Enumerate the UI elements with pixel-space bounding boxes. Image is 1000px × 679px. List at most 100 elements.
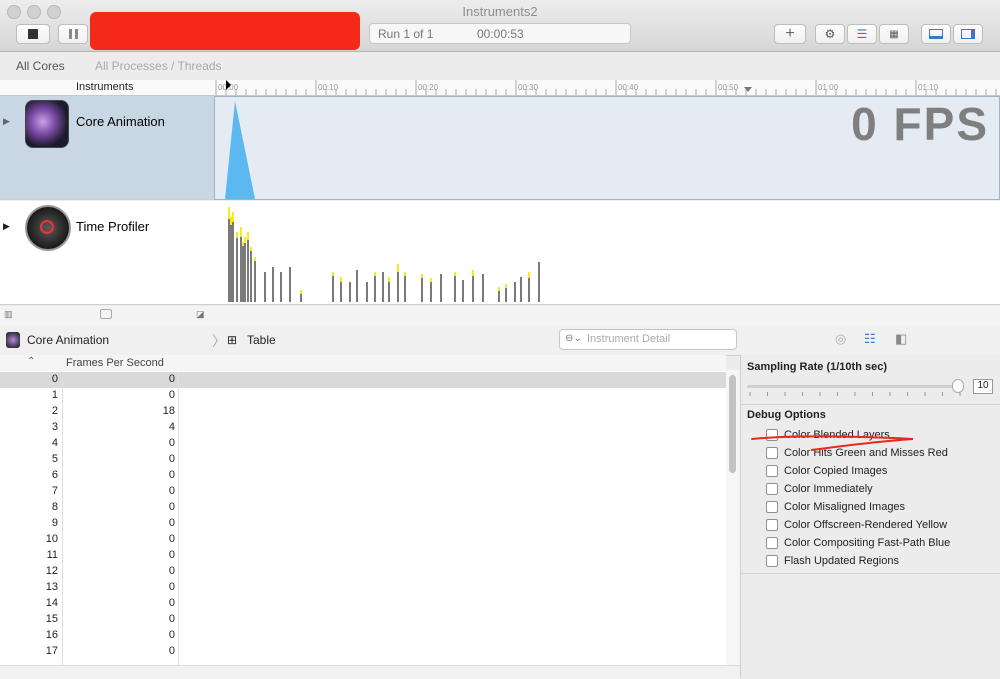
display-settings-button[interactable]: ☰ <box>847 24 877 44</box>
cell-index: 5 <box>51 453 58 465</box>
cpu-bar <box>232 212 234 302</box>
cpu-bar <box>240 227 242 302</box>
table-row[interactable]: 34 <box>0 420 726 436</box>
pause-button[interactable] <box>58 24 88 44</box>
table-row[interactable]: 10 <box>0 388 726 404</box>
table-row[interactable]: 11 0 <box>0 548 726 564</box>
table-row[interactable]: 17 0 <box>0 644 726 660</box>
table-row[interactable]: 14 0 <box>0 596 726 612</box>
disclosure-triangle-icon[interactable]: ▶ <box>3 221 10 232</box>
cell-fps: 0 <box>168 389 175 401</box>
instrument-detail-search[interactable]: ⊖⌄ Instrument Detail <box>559 329 737 350</box>
table-row[interactable]: 2 18 <box>0 404 726 420</box>
ruler-tick-label: 00:20 <box>418 83 439 92</box>
playhead-icon[interactable] <box>226 80 231 90</box>
run-status-display: Run 1 of 1 00:00:53 <box>369 23 631 44</box>
sampling-rate-field[interactable]: 10 <box>973 379 993 394</box>
sampling-rate-slider[interactable] <box>747 379 964 393</box>
extended-detail-button[interactable]: ▦ <box>879 24 909 44</box>
table-row[interactable]: 60 <box>0 468 726 484</box>
table-row[interactable]: 16 0 <box>0 628 726 644</box>
table-row[interactable]: 80 <box>0 500 726 516</box>
table-row[interactable]: 15 0 <box>0 612 726 628</box>
inspection-marker-icon[interactable] <box>744 87 752 92</box>
extended-detail-tab-icon[interactable]: ◧ <box>895 331 907 347</box>
toggle-inspector-button[interactable] <box>953 24 983 44</box>
checkbox[interactable] <box>766 465 778 477</box>
cpu-bar <box>366 282 368 302</box>
debug-option[interactable]: Color Misaligned Images <box>766 499 905 515</box>
right-pane-icon <box>961 29 975 39</box>
table-scrollbar[interactable] <box>726 370 740 665</box>
stop-button[interactable] <box>16 24 50 44</box>
resize-handle-icon[interactable] <box>100 309 112 319</box>
debug-option[interactable]: Flash Updated Regions <box>766 553 899 569</box>
cell-fps: 18 <box>162 405 175 417</box>
track-time-profiler[interactable]: ▶ Time Profiler <box>0 201 214 305</box>
cpu-bar-highlight <box>505 284 507 288</box>
slider-ticks <box>749 392 961 396</box>
cpu-bar <box>228 207 230 302</box>
cell-index: 8 <box>51 501 58 513</box>
cpu-bar <box>421 274 423 302</box>
checkbox[interactable] <box>766 537 778 549</box>
debug-option[interactable]: Color Compositing Fast-Path Blue <box>766 535 950 551</box>
table-row[interactable]: 12 0 <box>0 564 726 580</box>
table-row[interactable]: 13 0 <box>0 580 726 596</box>
detail-view[interactable]: Table <box>247 333 276 347</box>
table-row[interactable]: 00 <box>0 372 726 388</box>
debug-option[interactable]: Color Copied Images <box>766 463 887 479</box>
column-header-fps[interactable]: Frames Per Second <box>66 357 164 369</box>
cpu-bar <box>244 237 246 302</box>
detail-table: ⌃ Frames Per Second 0 0 1 0 2 18 3 4 4 0 5 0 6 0 7 0 8 0 9… <box>0 355 726 665</box>
cpu-bar-highlight <box>230 217 232 225</box>
sort-chevron-icon[interactable]: ⌃ <box>27 356 35 367</box>
debug-option[interactable]: Color Immediately <box>766 481 873 497</box>
chart-icon[interactable]: ▥ <box>4 309 13 320</box>
filter-bar: All Cores All Processes / Threads <box>0 52 1000 81</box>
stop-icon <box>28 29 38 39</box>
debug-option[interactable]: Color Offscreen-Rendered Yellow <box>766 517 947 533</box>
all-processes-filter[interactable]: All Processes / Threads <box>95 59 222 73</box>
detail-instrument[interactable]: Core Animation <box>27 333 109 347</box>
record-settings-button[interactable]: ⚙ <box>815 24 845 44</box>
cpu-bar-highlight <box>242 242 244 246</box>
table-icon: ⊞ <box>227 333 238 347</box>
checkbox[interactable] <box>766 501 778 513</box>
cell-fps: 4 <box>168 421 175 433</box>
redaction-block <box>90 12 360 50</box>
checkbox[interactable] <box>766 555 778 567</box>
cell-index: 2 <box>51 405 58 417</box>
ruler-tick-label: 00:10 <box>318 83 339 92</box>
cell-fps: 0 <box>168 485 175 497</box>
instruments-header: Instruments <box>76 81 134 93</box>
table-row[interactable]: 40 <box>0 436 726 452</box>
slider-knob[interactable] <box>952 379 964 393</box>
core-animation-graph[interactable]: 0 FPS <box>214 96 1000 200</box>
track-core-animation[interactable]: ▶ Core Animation <box>0 96 214 200</box>
checkbox[interactable] <box>766 519 778 531</box>
record-settings-tab-icon[interactable]: ◎ <box>835 331 846 347</box>
scrollbar-thumb[interactable] <box>729 375 736 473</box>
cpu-bar <box>356 270 358 302</box>
disclosure-triangle-icon[interactable]: ▶ <box>3 116 10 127</box>
cell-fps: 0 <box>168 517 175 529</box>
all-cores-filter[interactable]: All Cores <box>16 59 65 73</box>
table-row[interactable]: 70 <box>0 484 726 500</box>
cpu-bar <box>236 232 238 302</box>
debug-option-label: Color Immediately <box>784 483 873 495</box>
cpu-bar <box>440 274 442 302</box>
cpu-bar <box>538 262 540 302</box>
search-filter-icon: ⊖⌄ <box>565 333 582 344</box>
cpu-bar-highlight <box>236 232 238 238</box>
display-settings-tab-icon[interactable]: ☷ <box>864 331 876 347</box>
toggle-detail-pane-button[interactable] <box>921 24 951 44</box>
snapshot-icon[interactable]: ◪ <box>196 309 205 320</box>
table-row[interactable]: 50 <box>0 452 726 468</box>
table-row[interactable]: 90 <box>0 516 726 532</box>
debug-option-label: Color Copied Images <box>784 465 888 477</box>
time-profiler-graph[interactable] <box>214 201 1000 305</box>
add-instrument-button[interactable]: + <box>774 24 806 44</box>
checkbox[interactable] <box>766 483 778 495</box>
table-row[interactable]: 10 0 <box>0 532 726 548</box>
